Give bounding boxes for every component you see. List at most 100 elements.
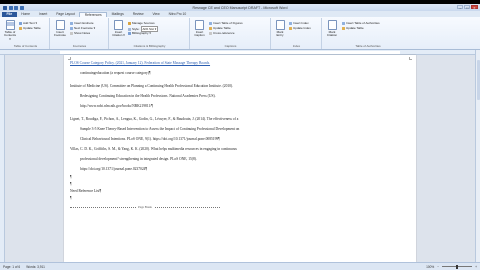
document-line[interactable]: ¶ (70, 182, 72, 186)
mark-entry-label: Mark Entry (276, 30, 284, 38)
status-bar: Page: 1 of 6 Words: 3,911 100% − + (0, 262, 480, 270)
update-figures-icon (209, 26, 212, 30)
group-captions: Insert Caption Insert Table of Figures U… (191, 18, 271, 49)
show-notes-button[interactable]: Show Notes (70, 31, 90, 35)
margin-corner-mark (68, 57, 71, 60)
update-toa-icon (342, 26, 345, 30)
title-bar: Resnage CE and CEO Manuscript DRAFT - Mi… (0, 4, 480, 11)
group-label-index: Index (292, 44, 301, 48)
window-controls: – □ ✕ (457, 4, 478, 10)
group-label-citations: Citations & Bibliography (133, 44, 166, 48)
table-of-contents-icon (5, 20, 15, 30)
mark-entry-button[interactable]: Mark Entry (273, 20, 287, 38)
document-line[interactable]: https://doi.org/10.1371/journal.pone.023… (80, 167, 147, 171)
insert-table-of-figures-label: Insert Table of Figures (213, 21, 243, 25)
bibliography-icon (128, 31, 131, 35)
document-line[interactable]: ¶ (70, 196, 72, 200)
citation-icon (114, 20, 123, 30)
document-line[interactable]: continuingeducation (a request course ca… (80, 71, 151, 75)
caption-icon (195, 20, 204, 30)
insert-index-icon (289, 21, 292, 25)
zoom-in-icon[interactable]: + (475, 265, 477, 269)
document-line[interactable]: professional development? strengthening … (80, 157, 197, 161)
mark-citation-label: Mark Citation (326, 30, 338, 38)
group-label-toa: Table of Authorities (355, 44, 381, 48)
group-label-toc: Table of Contents (13, 44, 38, 48)
document-line[interactable]: PLOS Course Category Policy. (2021, Janu… (70, 61, 210, 65)
add-text-button[interactable]: Add Text ▾ (19, 21, 37, 25)
insert-footnote-button[interactable]: Insert Footnote (52, 20, 68, 38)
update-index-icon (289, 26, 292, 30)
document-line[interactable]: http://www.ncbi.nlm.nih.gov/books/NBK219… (80, 104, 153, 108)
insert-endnote-button[interactable]: Insert Endnote (70, 21, 94, 25)
word-count[interactable]: Words: 3,911 (26, 265, 45, 269)
page-break-marker: Page Break (70, 205, 220, 209)
footnote-icon (55, 20, 65, 30)
add-text-label: Add Text ▾ (23, 21, 37, 25)
insert-table-of-authorities-button[interactable]: Insert Table of Authorities (342, 21, 380, 25)
document-line[interactable]: Redesigning Continuing Education in the … (80, 94, 216, 98)
close-button[interactable]: ✕ (471, 4, 478, 10)
show-notes-icon (70, 31, 73, 35)
mark-citation-button[interactable]: Mark Citation (324, 20, 340, 38)
ruler-text-area (60, 51, 400, 54)
zoom-slider[interactable] (442, 265, 473, 269)
insert-table-of-figures-button[interactable]: Insert Table of Figures (209, 21, 243, 25)
zoom-slider-knob[interactable] (456, 265, 458, 269)
document-line[interactable]: Institute of Medicine (US). Committee on… (70, 84, 233, 88)
update-figures-label: Update Table (213, 26, 231, 30)
update-table-icon (19, 26, 22, 30)
add-text-icon (19, 21, 22, 25)
next-footnote-button[interactable]: Next Footnote ▾ (70, 26, 95, 30)
zoom-out-icon[interactable]: − (437, 265, 439, 269)
minimize-button[interactable]: – (457, 4, 464, 10)
update-toc-label: Update Table (23, 26, 41, 30)
cross-reference-label: Cross-reference (213, 31, 235, 35)
ribbon: Table of Contents ▾ Add Text ▾ Update Ta… (0, 17, 480, 50)
bibliography-button[interactable]: Bibliography ▾ (128, 31, 151, 35)
update-toa-button[interactable]: Update Table (342, 26, 364, 30)
cross-reference-button[interactable]: Cross-reference (209, 31, 235, 35)
insert-index-label: Insert Index (293, 21, 309, 25)
group-label-footnotes: Footnotes (72, 44, 87, 48)
document-line[interactable]: Need Reference List¶ (70, 189, 101, 193)
table-of-contents-label: Table of Contents ▾ (3, 30, 16, 41)
document-line[interactable]: Villas, C. D. K., Griffiths, S. M., & Ya… (70, 147, 237, 151)
group-citations: Insert Citation ▾ Manage Sources Style: A… (110, 18, 190, 49)
group-index: Mark Entry Insert Index Update Index Ind… (272, 18, 322, 49)
document-line[interactable]: Clinical Behavioural Intentions. PLoS ON… (80, 137, 220, 141)
document-line[interactable]: Lignet, T., Roudiga, F., Pichon, A., Len… (70, 117, 238, 121)
group-table-of-contents: Table of Contents ▾ Add Text ▾ Update Ta… (2, 18, 50, 49)
table-of-figures-icon (209, 21, 212, 25)
vertical-scrollbar[interactable] (475, 50, 480, 262)
group-table-of-authorities: Mark Citation Insert Table of Authoritie… (323, 18, 413, 49)
update-toc-button[interactable]: Update Table (19, 26, 41, 30)
show-notes-label: Show Notes (74, 31, 91, 35)
update-index-button[interactable]: Update Index (289, 26, 311, 30)
update-toa-label: Update Table (346, 26, 364, 30)
page-count[interactable]: Page: 1 of 6 (3, 265, 20, 269)
mark-entry-icon (275, 20, 285, 30)
bibliography-label: Bibliography ▾ (132, 31, 151, 35)
page-break-label: Page Break (136, 205, 154, 209)
table-of-contents-button[interactable]: Table of Contents ▾ (3, 20, 17, 41)
zoom-level[interactable]: 100% (426, 265, 434, 269)
group-label-captions: Captions (224, 44, 237, 48)
table-of-authorities-icon (342, 21, 345, 25)
insert-caption-button[interactable]: Insert Caption (192, 20, 207, 38)
insert-caption-label: Insert Caption (194, 30, 205, 38)
next-footnote-label: Next Footnote ▾ (74, 26, 96, 30)
update-figures-table-button[interactable]: Update Table (209, 26, 231, 30)
manage-sources-button[interactable]: Manage Sources (128, 21, 155, 25)
insert-citation-button[interactable]: Insert Citation ▾ (111, 20, 126, 38)
cross-reference-icon (209, 31, 212, 35)
document-line[interactable]: Sample 3-5 Knee Theory-Based Interventio… (80, 127, 239, 131)
next-footnote-icon (70, 26, 73, 30)
manage-sources-label: Manage Sources (132, 21, 155, 25)
reference-text: PLOS Course Category Policy. (2021, Janu… (70, 61, 211, 65)
document-line[interactable]: ¶ (70, 175, 72, 179)
endnote-icon (70, 21, 73, 25)
manage-sources-icon (128, 21, 131, 25)
maximize-button[interactable]: □ (464, 4, 471, 10)
insert-index-button[interactable]: Insert Index (289, 21, 309, 25)
